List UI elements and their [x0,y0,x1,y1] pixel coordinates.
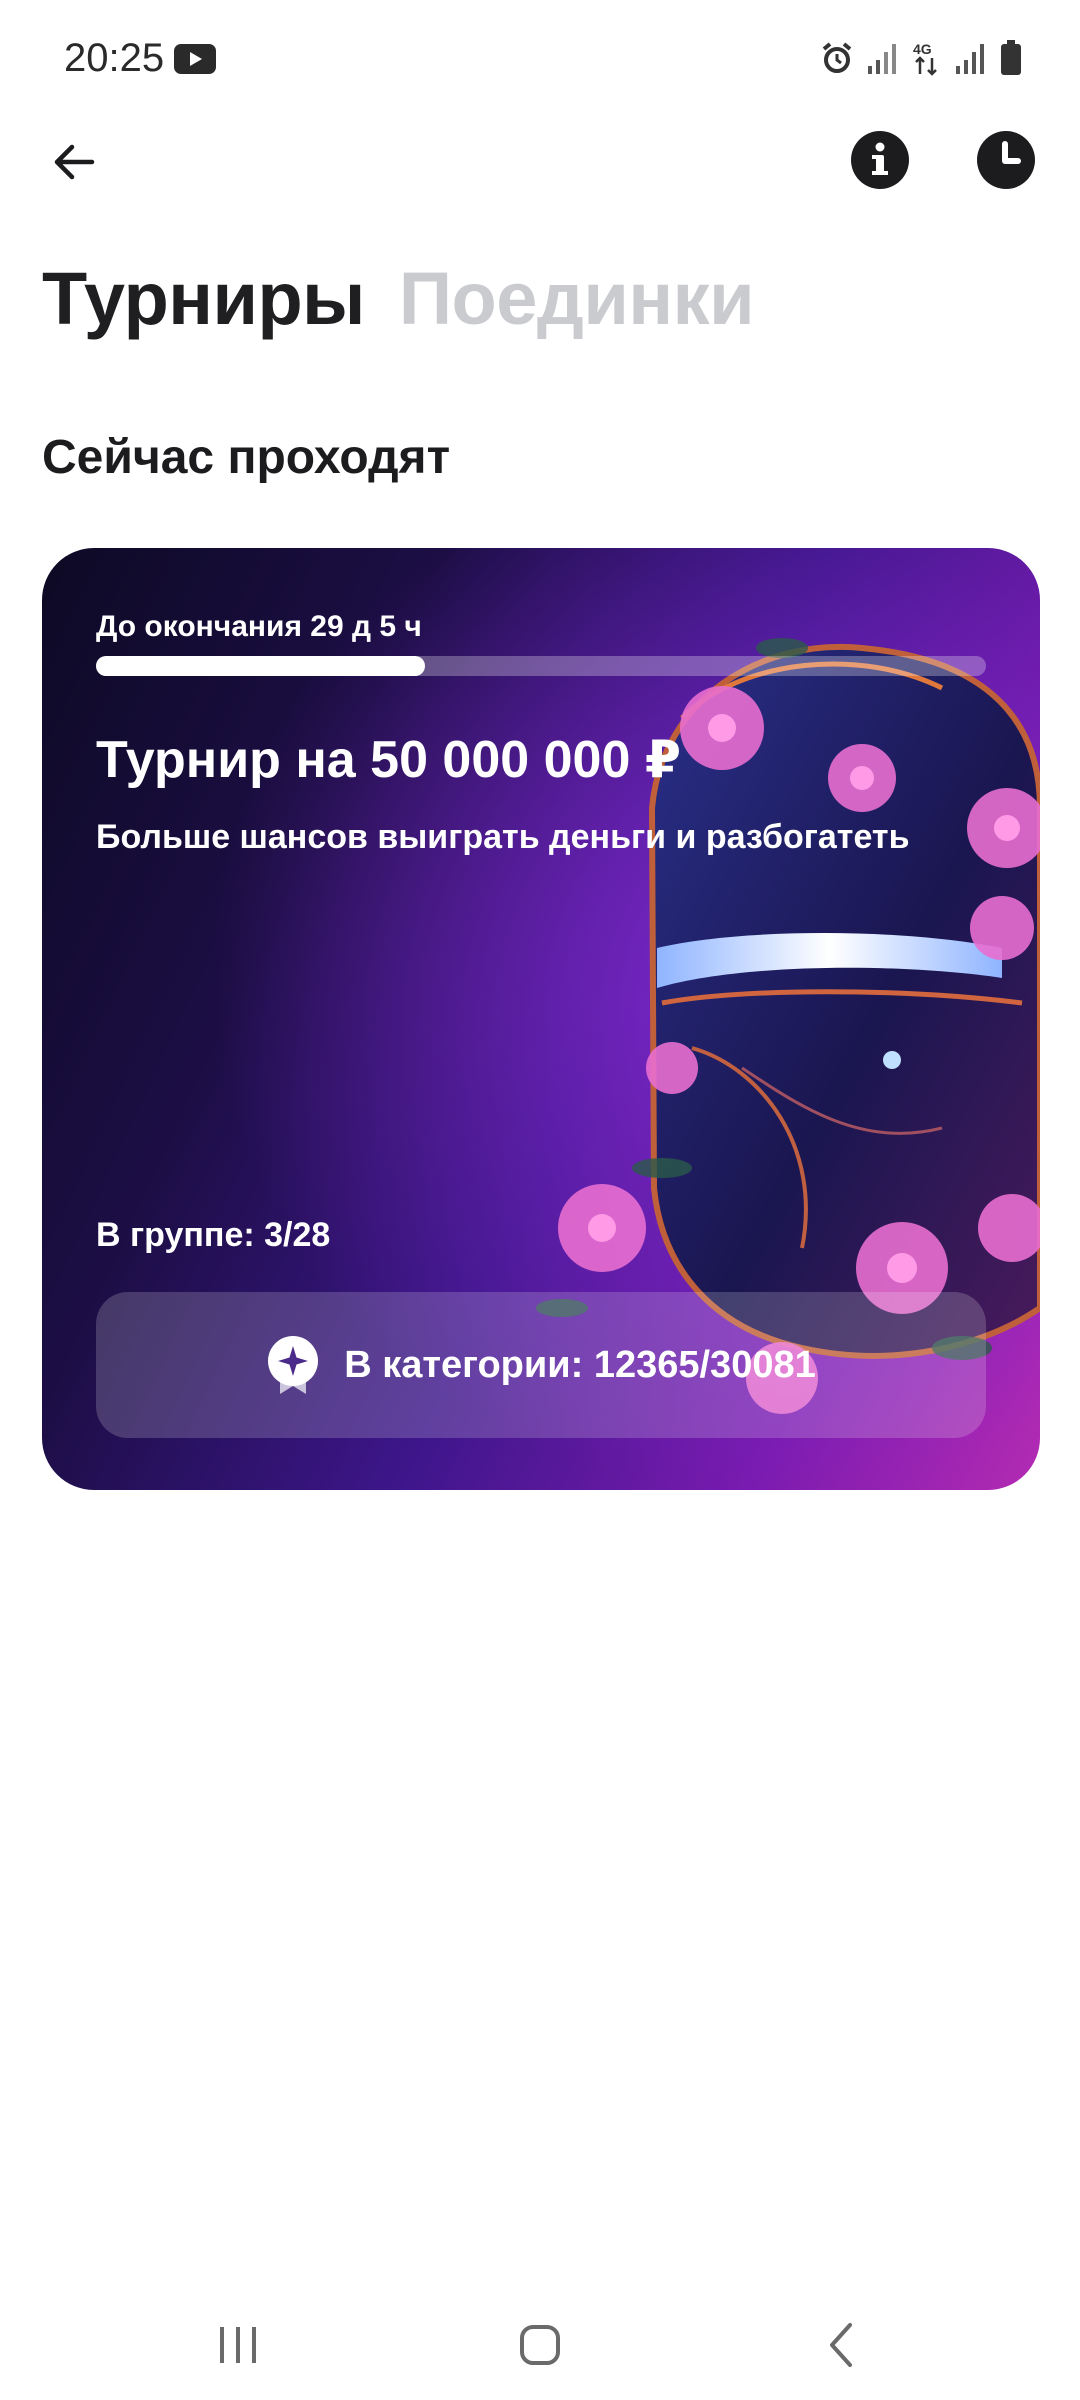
section-title: Сейчас проходят [42,431,451,484]
signal-icon [868,44,896,74]
history-button[interactable] [976,130,1036,190]
status-icons: 4G [820,40,1022,76]
status-time: 20:25 [64,36,165,80]
tournament-title: Турнир на 50 000 000 ₽ [96,731,682,789]
back-arrow-icon [54,144,95,180]
star-badge-icon [268,1336,319,1394]
nav-back-button[interactable] [797,2310,887,2380]
network-label: 4G [913,41,932,57]
category-rank-button[interactable]: В категории: 12365/30081 [96,1292,986,1438]
tournament-timer: До окончания 29 д 5 ч [96,610,422,643]
recents-button[interactable] [193,2310,283,2380]
tournament-progress-bar [96,656,986,676]
system-nav-bar [0,2290,1080,2400]
home-icon [520,2325,560,2365]
tournament-progress-fill [96,656,426,676]
clock-icon [977,131,1035,189]
battery-icon [1001,40,1021,75]
home-button[interactable] [495,2310,585,2380]
signal-icon [956,44,984,74]
group-rank: В группе: 3/28 [96,1216,331,1254]
tournament-subtitle: Больше шансов выиграть деньги и разбогат… [96,818,910,856]
tab-tournaments[interactable]: Турниры [42,256,365,341]
back-button[interactable] [42,130,106,194]
back-icon [830,2323,852,2367]
info-icon [851,131,909,189]
alarm-icon [822,42,852,73]
youtube-icon [174,44,216,74]
tournament-card[interactable]: До окончания 29 д 5 ч Турнир на 50 000 0… [42,548,1040,1490]
tab-duels[interactable]: Поединки [399,256,755,341]
status-bar: 20:25 4G [0,0,1080,120]
4g-icon: 4G [913,41,937,76]
info-button[interactable] [850,130,910,190]
recents-icon [220,2327,256,2363]
category-rank-label: В категории: 12365/30081 [344,1343,816,1386]
tabs: Турниры Поединки [42,256,755,341]
